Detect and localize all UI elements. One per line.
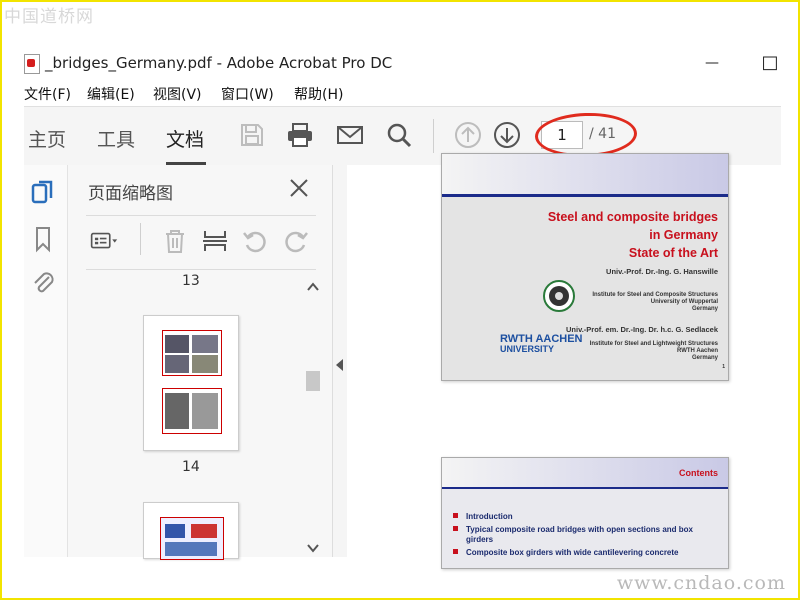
- watermark-top: 中国道桥网: [4, 7, 94, 27]
- watermark-bottom: www.cndao.com: [616, 572, 786, 594]
- slide-institute-2-line-1: Institute for Steel and Lightweight Stru…: [589, 341, 718, 347]
- menu-edit[interactable]: 编辑(E): [87, 84, 135, 104]
- email-icon[interactable]: [336, 121, 364, 149]
- thumbnail-page-15[interactable]: [143, 502, 239, 560]
- rwth-logo: RWTH AACHEN UNIVERSITY: [500, 333, 583, 355]
- collapse-panel-icon[interactable]: [336, 359, 344, 371]
- save-icon[interactable]: [238, 121, 266, 149]
- delete-icon[interactable]: [161, 227, 189, 255]
- thumbnail-image: [192, 335, 218, 353]
- thumbnail-image: [165, 355, 189, 373]
- slide-title-line-3: State of the Art: [628, 246, 718, 260]
- rwth-logo-line-1: RWTH AACHEN: [500, 333, 583, 345]
- previous-page-icon[interactable]: [454, 121, 482, 149]
- window-title: _bridges_Germany.pdf - Adobe Acrobat Pro…: [45, 54, 393, 72]
- panel-title: 页面缩略图: [88, 184, 173, 204]
- menu-window[interactable]: 窗口(W): [221, 84, 274, 104]
- contents-item: Introduction: [453, 512, 696, 522]
- thumbnail-image: [191, 524, 217, 538]
- slide-institute-1-line-2: University of Wuppertal: [650, 299, 718, 305]
- slide-title-line-2: in Germany: [649, 228, 718, 242]
- thumbnail-image: [162, 388, 222, 434]
- minimize-button[interactable]: —: [701, 52, 723, 74]
- rotate-clockwise-icon[interactable]: [282, 227, 310, 255]
- document-view[interactable]: Steel and composite bridges in Germany S…: [347, 153, 781, 569]
- pdf-page-2: Contents Introduction Typical composite …: [441, 457, 729, 569]
- menu-view[interactable]: 视图(V): [153, 84, 202, 104]
- next-page-icon[interactable]: [493, 121, 521, 149]
- slide-header-line: [442, 487, 728, 489]
- thumbnail-label-14: 14: [182, 459, 200, 475]
- thumbnail-scrollbar[interactable]: [303, 275, 321, 557]
- thumbnail-image: [162, 330, 222, 376]
- thumbnails-panel: 页面缩略图 13 14: [67, 165, 333, 560]
- toolbar-separator: [433, 119, 434, 153]
- scrollbar-thumb[interactable]: [306, 371, 320, 391]
- university-seal-logo: [543, 280, 575, 312]
- thumbnail-page-14[interactable]: [143, 315, 239, 451]
- pdf-file-icon: [24, 54, 40, 74]
- tab-document[interactable]: 文档: [166, 125, 204, 152]
- title-bar: _bridges_Germany.pdf - Adobe Acrobat Pro…: [0, 48, 800, 78]
- thumbnail-image: [160, 517, 224, 560]
- panel-divider: [86, 215, 316, 216]
- left-rail: [24, 165, 67, 557]
- menu-file[interactable]: 文件(F): [24, 84, 71, 104]
- contents-heading: Contents: [679, 468, 718, 478]
- thumbnail-label-13: 13: [182, 273, 200, 289]
- search-icon[interactable]: [385, 121, 413, 149]
- tab-tools[interactable]: 工具: [97, 125, 135, 152]
- pdf-page-1: Steel and composite bridges in Germany S…: [441, 153, 729, 381]
- thumbnail-image: [165, 524, 185, 538]
- slide-header-band: [442, 154, 728, 194]
- rotate-counterclockwise-icon[interactable]: [241, 227, 269, 255]
- panel-divider: [86, 269, 316, 270]
- slide-author-2: Univ.-Prof. em. Dr.-Ing. Dr. h.c. G. Sed…: [566, 325, 718, 334]
- slide-institute-1-line-3: Germany: [691, 306, 718, 312]
- thumbnail-image: [165, 542, 217, 556]
- slide-institute-1-line-1: Institute for Steel and Composite Struct…: [592, 292, 718, 298]
- bookmarks-icon[interactable]: [29, 225, 57, 253]
- split-page-icon[interactable]: [201, 227, 229, 255]
- slide-institute-2-line-3: Germany: [691, 355, 718, 361]
- highlight-annotation-oval: [534, 111, 638, 159]
- tab-home[interactable]: 主页: [28, 125, 66, 152]
- rwth-logo-line-2: UNIVERSITY: [500, 344, 555, 354]
- slide-page-number: 1: [722, 364, 725, 370]
- slide-header-line: [442, 194, 728, 197]
- slide-institute-2-line-2: RWTH Aachen: [676, 348, 718, 354]
- contents-item: Composite box girders with wide cantilev…: [453, 548, 706, 558]
- page-thumbnails-icon[interactable]: [29, 179, 57, 207]
- close-icon[interactable]: [288, 177, 310, 199]
- scroll-down-icon[interactable]: [306, 542, 320, 554]
- scroll-up-icon[interactable]: [306, 281, 320, 293]
- thumbnail-image: [192, 393, 218, 429]
- slide-title-line-1: Steel and composite bridges: [547, 210, 718, 224]
- maximize-button[interactable]: □: [759, 52, 781, 74]
- panel-splitter[interactable]: [332, 165, 347, 557]
- print-icon[interactable]: [286, 121, 314, 149]
- panel-tool-separator: [140, 223, 141, 255]
- thumbnail-image: [165, 335, 189, 353]
- attachments-icon[interactable]: [29, 269, 57, 297]
- menu-help[interactable]: 帮助(H): [294, 84, 343, 104]
- slide-author-1: Univ.-Prof. Dr.-Ing. G. Hanswille: [606, 267, 718, 276]
- thumbnail-image: [192, 355, 218, 373]
- thumbnail-image: [165, 393, 189, 429]
- contents-item: Typical composite road bridges with open…: [453, 525, 696, 545]
- thumbnail-options-icon[interactable]: [90, 227, 118, 255]
